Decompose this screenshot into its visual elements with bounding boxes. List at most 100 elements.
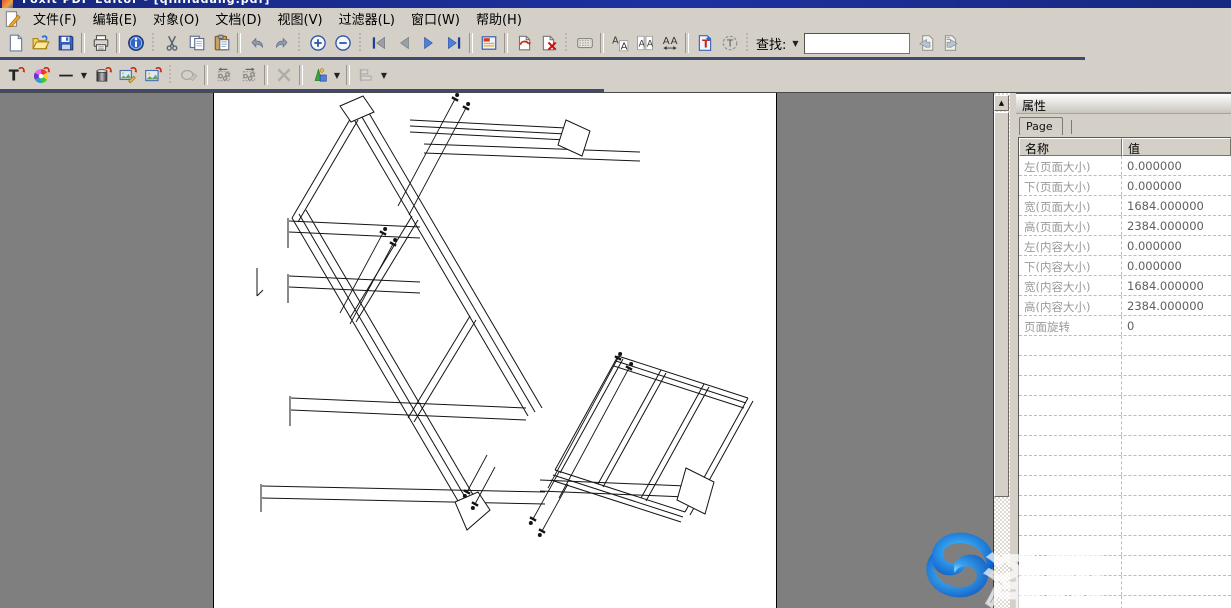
application-window: Foxit PDF Editor - [qinliudang.pdf] 文件(F… bbox=[0, 0, 1231, 608]
document-menu-icon[interactable] bbox=[3, 10, 21, 27]
cut-button[interactable] bbox=[159, 31, 184, 55]
vertical-scrollbar[interactable]: ▲ bbox=[993, 93, 1010, 608]
empty-row bbox=[1019, 516, 1231, 536]
tab-divider bbox=[1071, 120, 1072, 134]
align-tool-button[interactable] bbox=[353, 63, 378, 87]
next-page-button[interactable] bbox=[416, 31, 441, 55]
property-value bbox=[1122, 436, 1231, 455]
rotate-page-button[interactable] bbox=[511, 31, 536, 55]
first-page-button[interactable] bbox=[366, 31, 391, 55]
paste-button[interactable] bbox=[209, 31, 234, 55]
property-value[interactable]: 0.000000 bbox=[1122, 156, 1231, 175]
property-row[interactable]: 高(页面大小)2384.000000 bbox=[1019, 216, 1231, 236]
font-size-icon: AA bbox=[611, 34, 629, 52]
add-text-button[interactable]: T bbox=[692, 31, 717, 55]
toolbar-grip[interactable] bbox=[168, 65, 173, 85]
page-thumbnails-button[interactable] bbox=[476, 31, 501, 55]
last-page-button[interactable] bbox=[441, 31, 466, 55]
cut-icon bbox=[163, 34, 181, 52]
keyboard-button[interactable] bbox=[572, 31, 597, 55]
redo-button[interactable] bbox=[269, 31, 294, 55]
font-pair-button[interactable]: AA bbox=[632, 31, 657, 55]
property-row[interactable]: 高(内容大小)2384.000000 bbox=[1019, 296, 1231, 316]
zoom-in-button[interactable] bbox=[305, 31, 330, 55]
menu-item[interactable]: 文档(D) bbox=[207, 8, 269, 29]
line-tool-button[interactable] bbox=[53, 63, 78, 87]
new-button[interactable] bbox=[3, 31, 28, 55]
info-button[interactable] bbox=[123, 31, 148, 55]
menu-item[interactable]: 视图(V) bbox=[270, 8, 331, 29]
gradient-tool-button[interactable] bbox=[90, 63, 115, 87]
svg-text:A: A bbox=[646, 39, 653, 49]
property-row[interactable]: 下(页面大小)0.000000 bbox=[1019, 176, 1231, 196]
image-replace-button[interactable] bbox=[140, 63, 165, 87]
open-button[interactable] bbox=[28, 31, 53, 55]
property-name bbox=[1019, 496, 1122, 515]
watermark-logo-icon bbox=[921, 530, 999, 600]
menu-item[interactable]: 帮助(H) bbox=[468, 8, 530, 29]
copy-button[interactable] bbox=[184, 31, 209, 55]
menu-item[interactable]: 对象(O) bbox=[145, 8, 207, 29]
undo-button[interactable] bbox=[244, 31, 269, 55]
property-name bbox=[1019, 536, 1122, 555]
property-row[interactable]: 左(内容大小)0.000000 bbox=[1019, 236, 1231, 256]
toolbar-grip[interactable] bbox=[297, 33, 302, 53]
toolbar-grip[interactable] bbox=[151, 33, 156, 53]
property-name: 下(内容大小) bbox=[1019, 256, 1122, 275]
property-row[interactable]: 宽(页面大小)1684.000000 bbox=[1019, 196, 1231, 216]
scrollbar-thumb[interactable] bbox=[994, 112, 1009, 497]
text-tool-button[interactable]: T bbox=[3, 63, 28, 87]
group-rotate-right-button[interactable] bbox=[236, 63, 261, 87]
toolbar-main: AAAAAATT查找:▼ bbox=[0, 29, 1231, 57]
shape-edit-button[interactable] bbox=[176, 63, 201, 87]
property-row[interactable]: 下(内容大小)0.000000 bbox=[1019, 256, 1231, 276]
property-value[interactable]: 1684.000000 bbox=[1122, 276, 1231, 295]
align-dropdown-button[interactable]: ▼ bbox=[378, 64, 390, 86]
delete-object-button[interactable] bbox=[271, 63, 296, 87]
scroll-up-button[interactable]: ▲ bbox=[994, 95, 1009, 111]
property-row[interactable]: 宽(内容大小)1684.000000 bbox=[1019, 276, 1231, 296]
property-value[interactable]: 0.000000 bbox=[1122, 176, 1231, 195]
toolbar-grip[interactable] bbox=[358, 33, 363, 53]
property-value bbox=[1122, 576, 1231, 595]
zoom-out-button[interactable] bbox=[330, 31, 355, 55]
property-row[interactable]: 页面旋转0 bbox=[1019, 316, 1231, 336]
image-replace-icon bbox=[144, 66, 162, 84]
shapes-dropdown-button[interactable]: ▼ bbox=[331, 64, 343, 86]
prev-page-button[interactable] bbox=[391, 31, 416, 55]
property-value[interactable]: 2384.000000 bbox=[1122, 296, 1231, 315]
property-value[interactable]: 0.000000 bbox=[1122, 236, 1231, 255]
pdf-page[interactable] bbox=[213, 93, 777, 608]
toolbar-grip[interactable] bbox=[745, 33, 750, 53]
menu-item[interactable]: 过滤器(L) bbox=[331, 8, 403, 29]
find-dropdown-button[interactable]: ▼ bbox=[789, 32, 801, 54]
property-value[interactable]: 0.000000 bbox=[1122, 256, 1231, 275]
property-value[interactable]: 1684.000000 bbox=[1122, 196, 1231, 215]
find-input[interactable] bbox=[804, 33, 910, 54]
toolbar-grip[interactable] bbox=[564, 33, 569, 53]
text-region-button[interactable]: T bbox=[717, 31, 742, 55]
image-edit-button[interactable] bbox=[115, 63, 140, 87]
menu-item[interactable]: 窗口(W) bbox=[403, 8, 468, 29]
property-value bbox=[1122, 476, 1231, 495]
save-button[interactable] bbox=[53, 31, 78, 55]
group-rotate-left-button[interactable] bbox=[211, 63, 236, 87]
tab-page[interactable]: Page bbox=[1019, 117, 1063, 135]
line-style-dropdown-button[interactable]: ▼ bbox=[78, 64, 90, 86]
empty-row bbox=[1019, 536, 1231, 556]
menu-item[interactable]: 编辑(E) bbox=[85, 8, 145, 29]
font-size-button[interactable]: AA bbox=[607, 31, 632, 55]
property-value[interactable]: 2384.000000 bbox=[1122, 216, 1231, 235]
property-value[interactable]: 0 bbox=[1122, 316, 1231, 335]
toolbar-objects: T ▼ ▼ ▼ bbox=[0, 60, 1231, 90]
delete-page-button[interactable] bbox=[536, 31, 561, 55]
print-button[interactable] bbox=[88, 31, 113, 55]
find-prev-button[interactable] bbox=[913, 31, 938, 55]
find-next-button[interactable] bbox=[938, 31, 963, 55]
shapes-3d-button[interactable] bbox=[306, 63, 331, 87]
color-wheel-button[interactable] bbox=[28, 63, 53, 87]
menu-item[interactable]: 文件(F) bbox=[25, 8, 85, 29]
font-spacing-button[interactable]: AA bbox=[657, 31, 682, 55]
property-row[interactable]: 左(页面大小)0.000000 bbox=[1019, 156, 1231, 176]
delete-object-icon bbox=[275, 66, 293, 84]
